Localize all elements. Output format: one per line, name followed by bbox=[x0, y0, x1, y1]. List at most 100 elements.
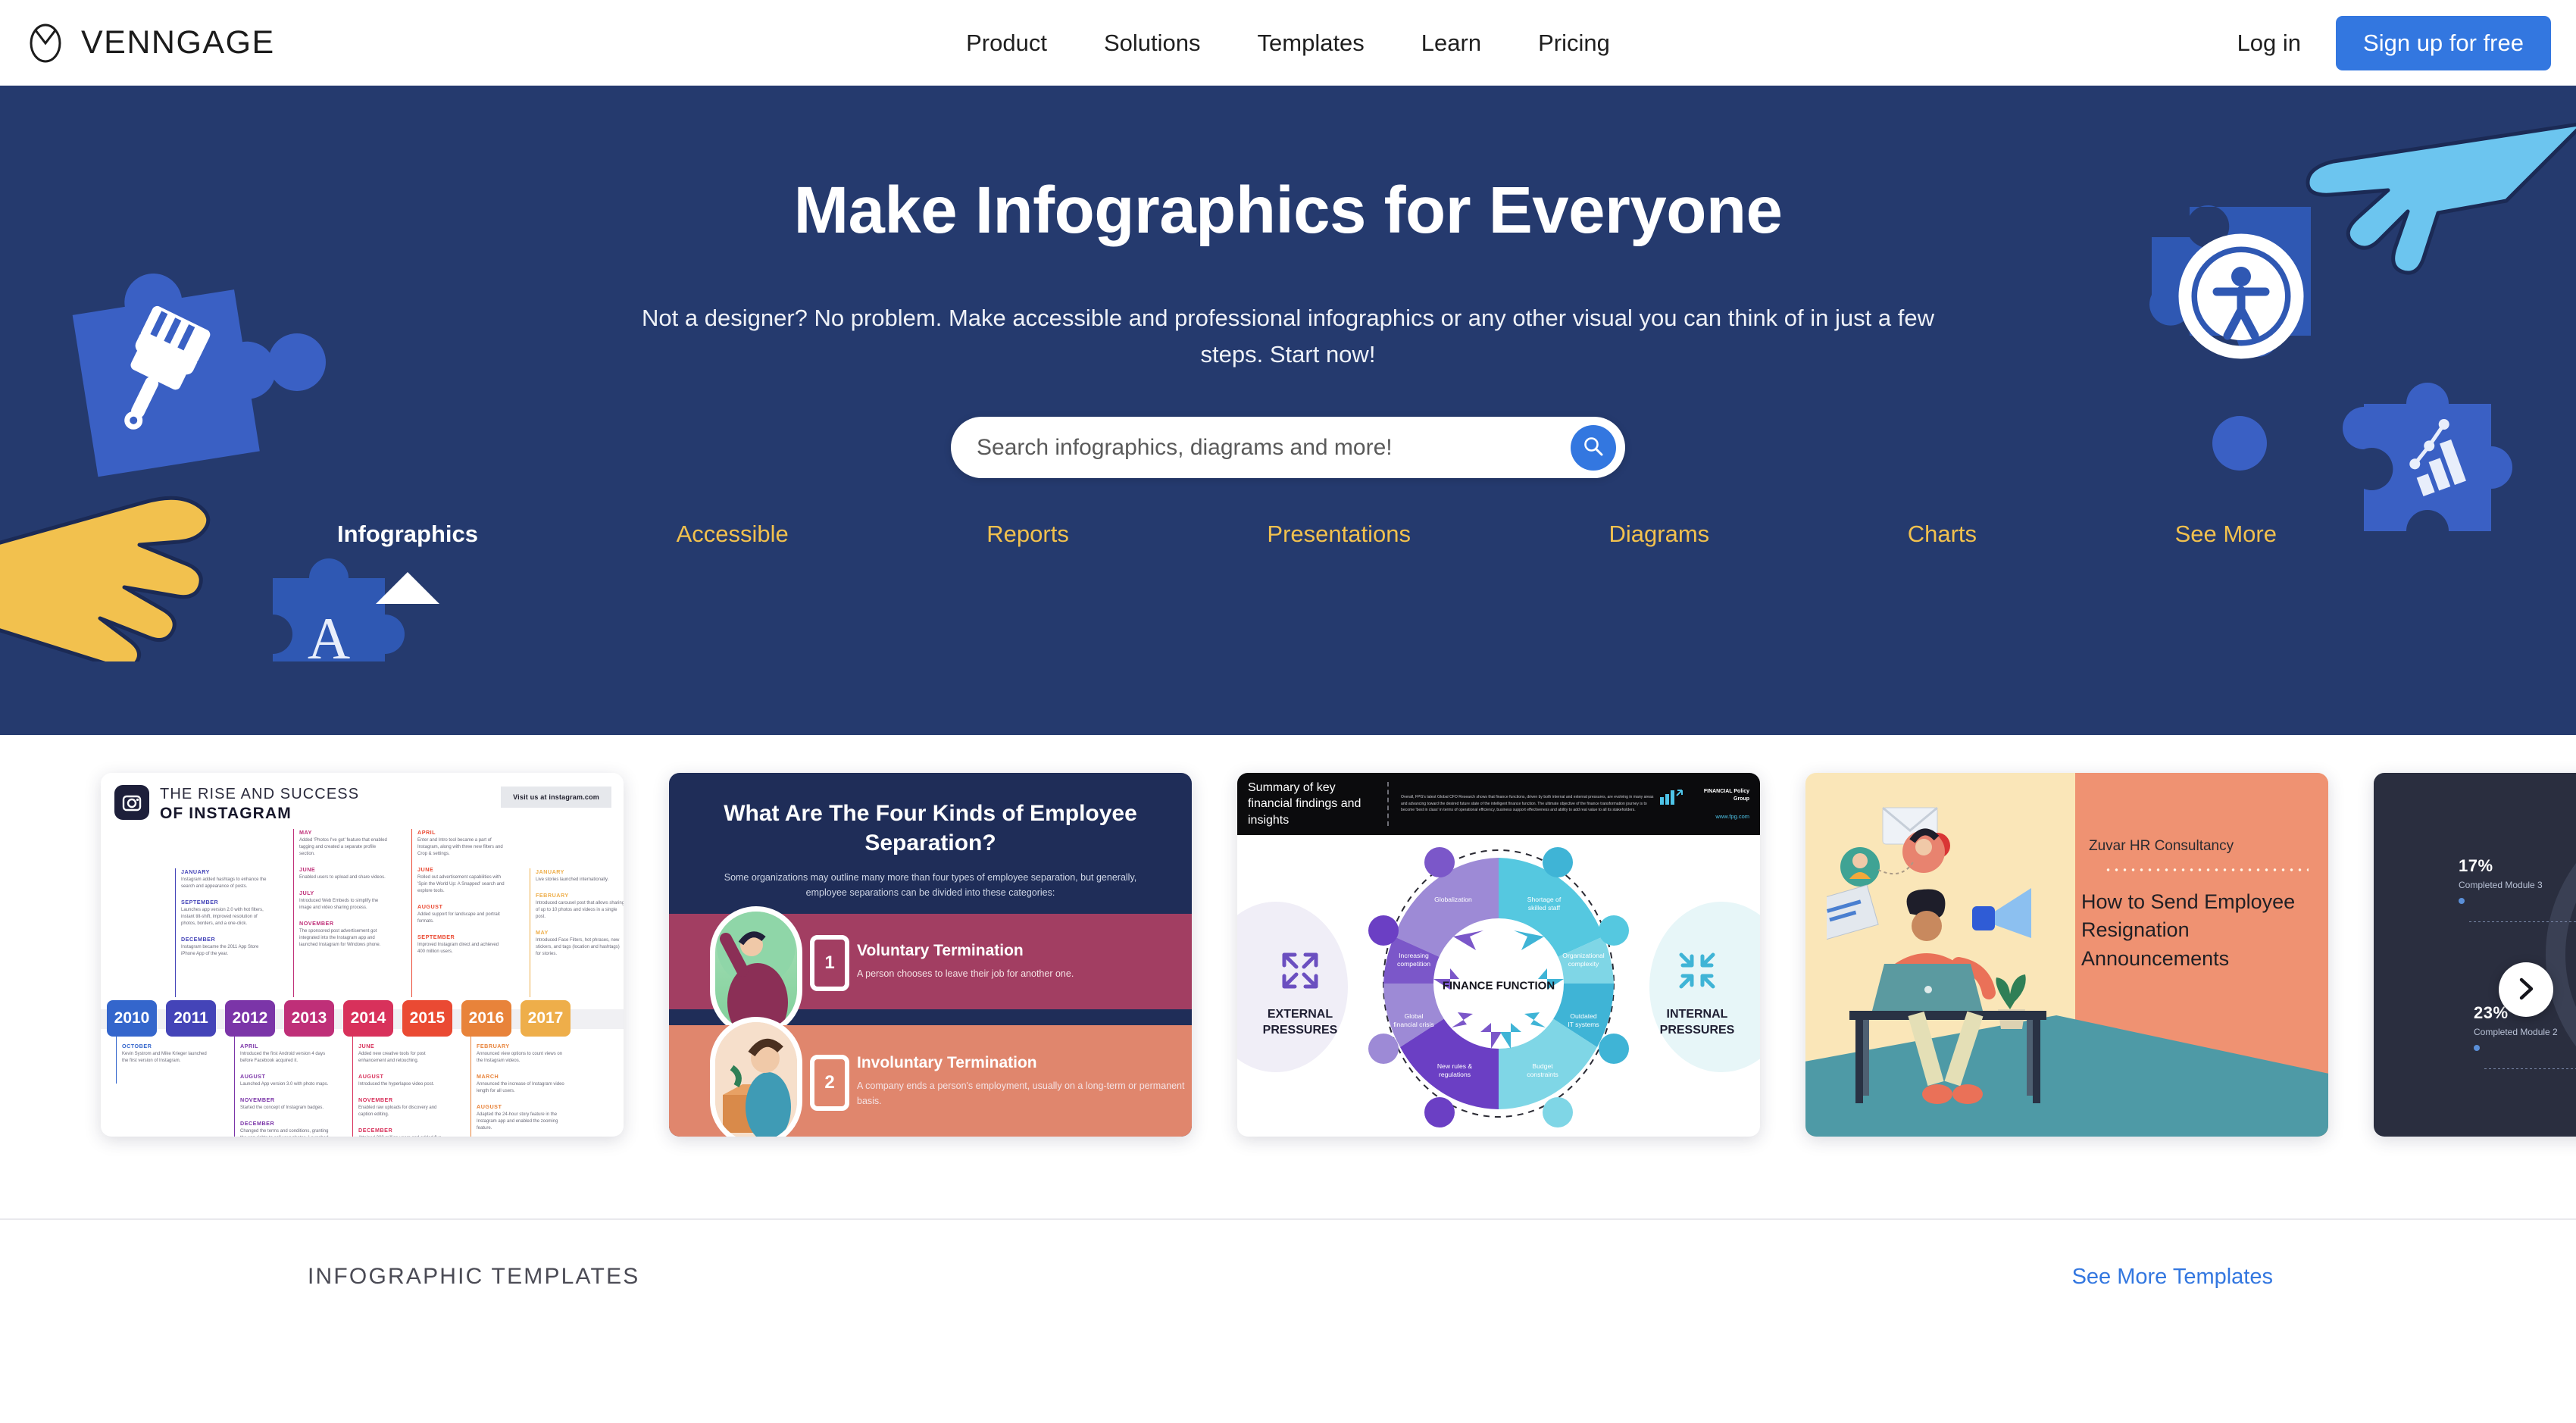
svg-text:constraints: constraints bbox=[1527, 1071, 1558, 1078]
card1-year-2014: 2014 bbox=[343, 1000, 393, 1037]
card5-leader-2 bbox=[2469, 921, 2576, 922]
section-title: INFOGRAPHIC TEMPLATES bbox=[308, 1264, 640, 1289]
card1-event-month: JUNE bbox=[417, 866, 434, 873]
card1-title-line1: THE RISE AND SUCCESS bbox=[160, 786, 360, 802]
card2-item1-number: 1 bbox=[810, 935, 849, 991]
card1-event-column: APRIL Introduced the first Android versio… bbox=[240, 1043, 330, 1137]
header-actions: Log in Sign up for free bbox=[2237, 15, 2551, 70]
search-input[interactable] bbox=[977, 434, 1571, 461]
see-more-templates-link[interactable]: See More Templates bbox=[2072, 1265, 2273, 1290]
card3-title: Summary of key financial findings and in… bbox=[1248, 780, 1361, 827]
card1-event-month: NOVEMBER bbox=[358, 1096, 393, 1103]
card1-event-month: JUNE bbox=[299, 866, 316, 873]
card1-timeline-connector bbox=[116, 1037, 117, 1084]
card1-event-text: Improved Instagram direct and achieved 4… bbox=[417, 943, 499, 954]
template-card-employee-separation[interactable]: What Are The Four Kinds of Employee Sepa… bbox=[669, 773, 1192, 1137]
nav-item-product[interactable]: Product bbox=[966, 30, 1047, 57]
card5-leader-3 bbox=[2484, 1068, 2576, 1069]
card1-event-month: AUGUST bbox=[358, 1073, 384, 1080]
template-card-instagram-timeline[interactable]: THE RISE AND SUCCESS OF INSTAGRAM Visit … bbox=[101, 773, 624, 1137]
login-link[interactable]: Log in bbox=[2237, 30, 2301, 57]
card1-event-text: Attained 300 million users and added fiv… bbox=[358, 1135, 448, 1137]
card1-event-column: FEBRUARY Announced view options to count … bbox=[477, 1043, 566, 1137]
card1-event-text: Added support for landscape and portrait… bbox=[417, 912, 500, 924]
card5-stat-2-dot bbox=[2459, 897, 2465, 904]
card1-event-month: JULY bbox=[299, 890, 314, 896]
hero-title: Make Infographics for Everyone bbox=[793, 174, 1783, 247]
card1-event-text: Adapted the 24-hour story feature in the… bbox=[477, 1112, 558, 1131]
card1-event-text: Started the concept of Instagram badges. bbox=[240, 1106, 324, 1110]
card5-donut-chart bbox=[2546, 863, 2576, 1046]
card1-year-2011: 2011 bbox=[166, 1000, 216, 1037]
card1-event-month: AUGUST bbox=[417, 903, 443, 910]
card2-item1-name: Voluntary Termination bbox=[857, 942, 1024, 959]
card1-year-2017: 2017 bbox=[521, 1000, 571, 1037]
card1-event-text: Enter and Intro tool became a part of In… bbox=[417, 838, 503, 856]
tab-reports[interactable]: Reports bbox=[986, 521, 1069, 548]
chevron-right-icon bbox=[2513, 976, 2539, 1004]
card1-event-text: Introduced carousel post that allows sha… bbox=[536, 901, 624, 919]
card4-illustration bbox=[1827, 806, 2046, 1104]
card1-event-month: JANUARY bbox=[181, 868, 210, 875]
card1-event-column: JANUARY Live stories launched internation… bbox=[536, 868, 624, 966]
card1-event-text: Announced the increase of Instagram vide… bbox=[477, 1082, 564, 1093]
card1-event-text: Introduced the hyperlapse video post. bbox=[358, 1082, 435, 1087]
card5-stat-3-label: Completed Module 2 bbox=[2474, 1027, 2558, 1037]
template-card-finance-function[interactable]: Summary of key financial findings and in… bbox=[1237, 773, 1760, 1137]
card1-timeline-connector bbox=[411, 829, 413, 997]
tab-charts[interactable]: Charts bbox=[1908, 521, 1977, 548]
card2-header: What Are The Four Kinds of Employee Sepa… bbox=[669, 773, 1192, 900]
card1-timeline-connector bbox=[175, 868, 177, 997]
svg-text:Organizational: Organizational bbox=[1562, 952, 1605, 959]
svg-text:Global: Global bbox=[1405, 1012, 1424, 1020]
logo-text: VENNGAGE bbox=[81, 24, 275, 61]
card5-stat-3-dot bbox=[2474, 1044, 2480, 1051]
tab-diagrams[interactable]: Diagrams bbox=[1609, 521, 1710, 548]
card1-timeline-connector bbox=[352, 1037, 354, 1137]
card1-event-text: Changed the terms and conditions, granti… bbox=[240, 1129, 329, 1137]
card1-event-month: APRIL bbox=[417, 829, 436, 836]
signup-button[interactable]: Sign up for free bbox=[2336, 15, 2551, 70]
card5-stat-2-label: Completed Module 3 bbox=[2459, 880, 2543, 890]
logo[interactable]: VENNGAGE bbox=[25, 23, 275, 64]
svg-text:IT systems: IT systems bbox=[1568, 1021, 1599, 1028]
card1-event-month: MAY bbox=[299, 829, 312, 836]
card1-event-month: DECEMBER bbox=[240, 1120, 275, 1127]
active-tab-pointer bbox=[376, 572, 439, 605]
card4-brand: Zuvar HR Consultancy bbox=[2089, 838, 2234, 854]
carousel-next-button[interactable] bbox=[2499, 962, 2553, 1017]
card1-year-2016: 2016 bbox=[461, 1000, 511, 1037]
search-bar[interactable] bbox=[951, 417, 1625, 479]
tab-accessible[interactable]: Accessible bbox=[677, 521, 789, 548]
nav-item-solutions[interactable]: Solutions bbox=[1104, 30, 1201, 57]
card1-event-text: Introduced Web Embeds to simplify the im… bbox=[299, 899, 379, 910]
card1-event-month: JUNE bbox=[358, 1043, 375, 1049]
card1-event-column: MAY Added 'Photos I've got' feature that … bbox=[299, 829, 389, 957]
card1-event-text: Added new creative tools for post enhanc… bbox=[358, 1052, 426, 1063]
card1-year-2013: 2013 bbox=[284, 1000, 334, 1037]
card1-event-month: MAY bbox=[536, 929, 549, 936]
card1-year-markers: 2010 2011 2012 2013 2014 2015 2016 2017 bbox=[107, 1000, 624, 1037]
card4-title: How to Send Employee Resignation Announc… bbox=[2081, 890, 2296, 970]
site-header: VENNGAGE Product Solutions Templates Lea… bbox=[0, 0, 2576, 86]
tab-infographics[interactable]: Infographics bbox=[337, 521, 479, 605]
card1-event-text: Announced view options to count views on… bbox=[477, 1052, 563, 1063]
svg-text:Increasing: Increasing bbox=[1399, 952, 1429, 959]
tab-see-more[interactable]: See More bbox=[2175, 521, 2277, 548]
tab-label: Infographics bbox=[337, 521, 479, 548]
card1-event-month: OCTOBER bbox=[122, 1043, 152, 1049]
nav-item-templates[interactable]: Templates bbox=[1258, 30, 1365, 57]
template-card-resignation-announcements[interactable]: Zuvar HR Consultancy How to Send Employe… bbox=[1805, 773, 2328, 1137]
template-card-course-progress[interactable]: 11% Have not started 17% Completed Modul… bbox=[2374, 773, 2576, 1137]
svg-text:Outdated: Outdated bbox=[1570, 1012, 1597, 1020]
card1-event-month: AUGUST bbox=[240, 1073, 266, 1080]
svg-text:Globalization: Globalization bbox=[1434, 896, 1472, 903]
search-button[interactable] bbox=[1571, 424, 1616, 471]
card1-timeline-connector bbox=[293, 829, 295, 997]
nav-item-pricing[interactable]: Pricing bbox=[1538, 30, 1610, 57]
card1-event-month: JANUARY bbox=[536, 868, 564, 875]
nav-item-learn[interactable]: Learn bbox=[1421, 30, 1481, 57]
instagram-icon bbox=[114, 785, 149, 820]
card2-item1-desc: A person chooses to leave their job for … bbox=[857, 968, 1074, 979]
tab-presentations[interactable]: Presentations bbox=[1267, 521, 1411, 548]
